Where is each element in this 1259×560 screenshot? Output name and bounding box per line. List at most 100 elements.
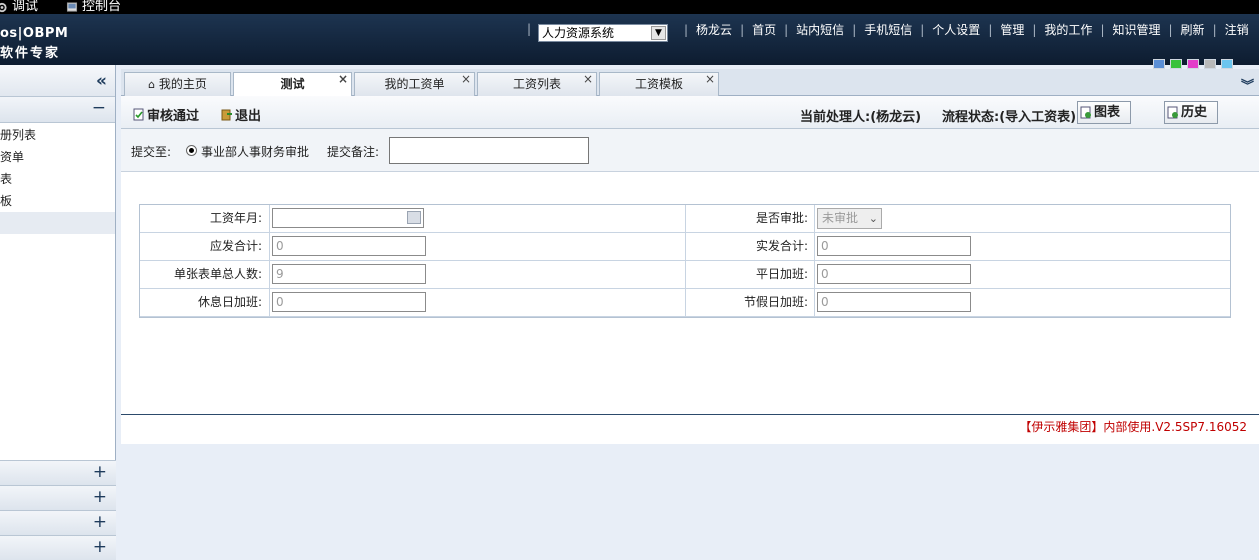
field-value: 0 xyxy=(276,239,284,253)
sidebar-item[interactable]: 册列表 xyxy=(0,124,115,146)
cell-divider xyxy=(269,261,270,289)
field-input[interactable]: 0 xyxy=(817,292,971,312)
approve-button[interactable]: 审核通过 xyxy=(133,105,199,124)
cell-divider xyxy=(269,205,270,233)
tab-label: 测试 xyxy=(280,77,305,91)
nav-link[interactable]: 站内短信 xyxy=(796,21,844,38)
expand-group-icon[interactable]: + xyxy=(93,512,107,532)
sidebar-item[interactable] xyxy=(0,212,115,234)
cell-divider xyxy=(269,289,270,317)
footer-divider xyxy=(121,414,1259,415)
tab-home[interactable]: ⌂ 我的主页 xyxy=(124,72,231,96)
logo-text: os|OBPM xyxy=(0,26,69,41)
remark-label: 提交备注: xyxy=(327,145,380,159)
nav-link[interactable]: 刷新 xyxy=(1181,21,1205,38)
submit-to-label: 提交至: xyxy=(131,145,172,159)
field-input[interactable]: 0 xyxy=(817,236,971,256)
nav-separator: | xyxy=(852,22,857,37)
exit-label: 退出 xyxy=(235,109,262,124)
approval-status-select[interactable]: 未审批 ⌄ xyxy=(817,208,882,229)
history-button[interactable]: 历史 xyxy=(1164,101,1218,124)
nav-link[interactable]: 首页 xyxy=(752,21,776,38)
nav-link[interactable]: 杨龙云 xyxy=(696,21,732,38)
field-input[interactable]: 0 xyxy=(817,264,971,284)
field-label: 实发合计: xyxy=(755,239,808,253)
sidebar-item[interactable]: 表 xyxy=(0,168,115,190)
sidebar-item[interactable]: 资单 xyxy=(0,146,115,168)
remark-input[interactable] xyxy=(389,137,589,164)
sidebar-group-4[interactable]: + xyxy=(0,510,116,535)
close-icon[interactable]: × xyxy=(338,68,348,90)
console-icon xyxy=(66,1,78,12)
sidebar-group-header[interactable]: − xyxy=(0,97,115,123)
sidebar-group-2[interactable]: + xyxy=(0,460,116,485)
close-icon[interactable]: × xyxy=(705,68,715,90)
exit-button[interactable]: 退出 xyxy=(221,105,261,124)
top-nav: | 杨龙云 | 首页 | 站内短信 | 手机短信 | 个人设置 | 管理 | 我的工作 | 知识管理 | 刷新 | 注… xyxy=(676,21,1249,38)
form-row: 工资年月: 是否审批: 未审批 ⌄ xyxy=(140,205,1230,233)
nav-separator: | xyxy=(740,22,745,37)
nav-link[interactable]: 手机短信 xyxy=(864,21,912,38)
expand-group-icon[interactable]: + xyxy=(93,462,107,482)
skin-swatch[interactable] xyxy=(1221,59,1233,69)
cell-divider xyxy=(814,205,815,233)
calendar-icon[interactable] xyxy=(407,211,421,224)
sidebar-items: 册列表 资单表板 xyxy=(0,123,115,234)
skin-swatch[interactable] xyxy=(1153,59,1165,69)
sidebar-group-3[interactable]: + xyxy=(0,485,116,510)
sidebar-group-5[interactable]: + xyxy=(0,535,116,560)
field-input[interactable]: 0 xyxy=(272,292,426,312)
salary-form: 工资年月: 是否审批: 未审批 ⌄ 应发合计: 0 实发合计: 0 单张表单总人数: 9 平日加班:… xyxy=(139,204,1231,318)
tab-label: 我的主页 xyxy=(158,77,207,91)
tab-my-payslip[interactable]: 我的工资单 × xyxy=(354,72,475,96)
collapse-sidebar-icon[interactable]: « xyxy=(96,71,107,91)
app-header: os|OBPM 软件专家 | 人力资源系统 ▼ | 杨龙云 | 首页 | 站内短信 | 手机短… xyxy=(0,14,1259,69)
debug-menu[interactable]: 调试 xyxy=(0,0,38,14)
tab-label: 工资模板 xyxy=(634,77,683,91)
field-value: 0 xyxy=(276,295,284,309)
sidebar-item[interactable]: 板 xyxy=(0,190,115,212)
form-row: 应发合计: 0 实发合计: 0 xyxy=(140,233,1230,261)
field-input[interactable]: 0 xyxy=(272,236,426,256)
close-icon[interactable]: × xyxy=(461,68,471,90)
chart-label: 图表 xyxy=(1094,105,1121,120)
approval-option-label: 事业部人事财务审批 xyxy=(201,145,310,159)
salary-month-input[interactable] xyxy=(272,208,424,228)
field-value: 0 xyxy=(821,267,829,281)
tab-salary-list[interactable]: 工资列表 × xyxy=(477,72,597,96)
skin-swatch[interactable] xyxy=(1187,59,1199,69)
expand-group-icon[interactable]: + xyxy=(93,487,107,507)
nav-separator: | xyxy=(988,22,993,37)
nav-link[interactable]: 管理 xyxy=(1000,21,1024,38)
top-menubar: 调试 控制台 xyxy=(0,0,1259,14)
sidebar-header: « xyxy=(0,65,115,97)
system-select-value: 人力资源系统 xyxy=(542,26,615,40)
form-row: 单张表单总人数: 9 平日加班: 0 xyxy=(140,261,1230,289)
nav-link[interactable]: 注销 xyxy=(1225,21,1249,38)
nav-link[interactable]: 个人设置 xyxy=(932,21,980,38)
debug-label: 调试 xyxy=(12,0,39,14)
tab-list-chevron-icon[interactable]: ︾ xyxy=(1241,75,1254,94)
console-menu[interactable]: 控制台 xyxy=(66,0,121,14)
nav-link[interactable]: 我的工作 xyxy=(1044,21,1092,38)
nav-separator: | xyxy=(784,22,789,37)
nav-link[interactable]: 知识管理 xyxy=(1112,21,1160,38)
collapse-group-icon[interactable]: − xyxy=(92,98,106,118)
exit-icon xyxy=(221,109,232,121)
current-handler: 当前处理人:(杨龙云) xyxy=(800,110,922,125)
expand-group-icon[interactable]: + xyxy=(93,537,107,557)
skin-switcher xyxy=(1153,59,1233,69)
approval-option-radio[interactable] xyxy=(186,145,197,156)
field-input[interactable]: 9 xyxy=(272,264,426,284)
skin-swatch[interactable] xyxy=(1170,59,1182,69)
close-icon[interactable]: × xyxy=(583,68,593,90)
chart-doc-icon xyxy=(1080,106,1091,119)
form-toolbar: 审核通过 退出 当前处理人:(杨龙云) 流程状态:(导入工资表) 图表 历史 xyxy=(121,96,1259,129)
nav-separator: | xyxy=(1168,22,1173,37)
system-select[interactable]: 人力资源系统 ▼ xyxy=(538,24,668,42)
skin-swatch[interactable] xyxy=(1204,59,1216,69)
tab-salary-template[interactable]: 工资模板 × xyxy=(599,72,719,96)
field-value: 0 xyxy=(821,295,829,309)
chart-button[interactable]: 图表 xyxy=(1077,101,1131,124)
tab-test[interactable]: 测试 × xyxy=(233,72,352,97)
